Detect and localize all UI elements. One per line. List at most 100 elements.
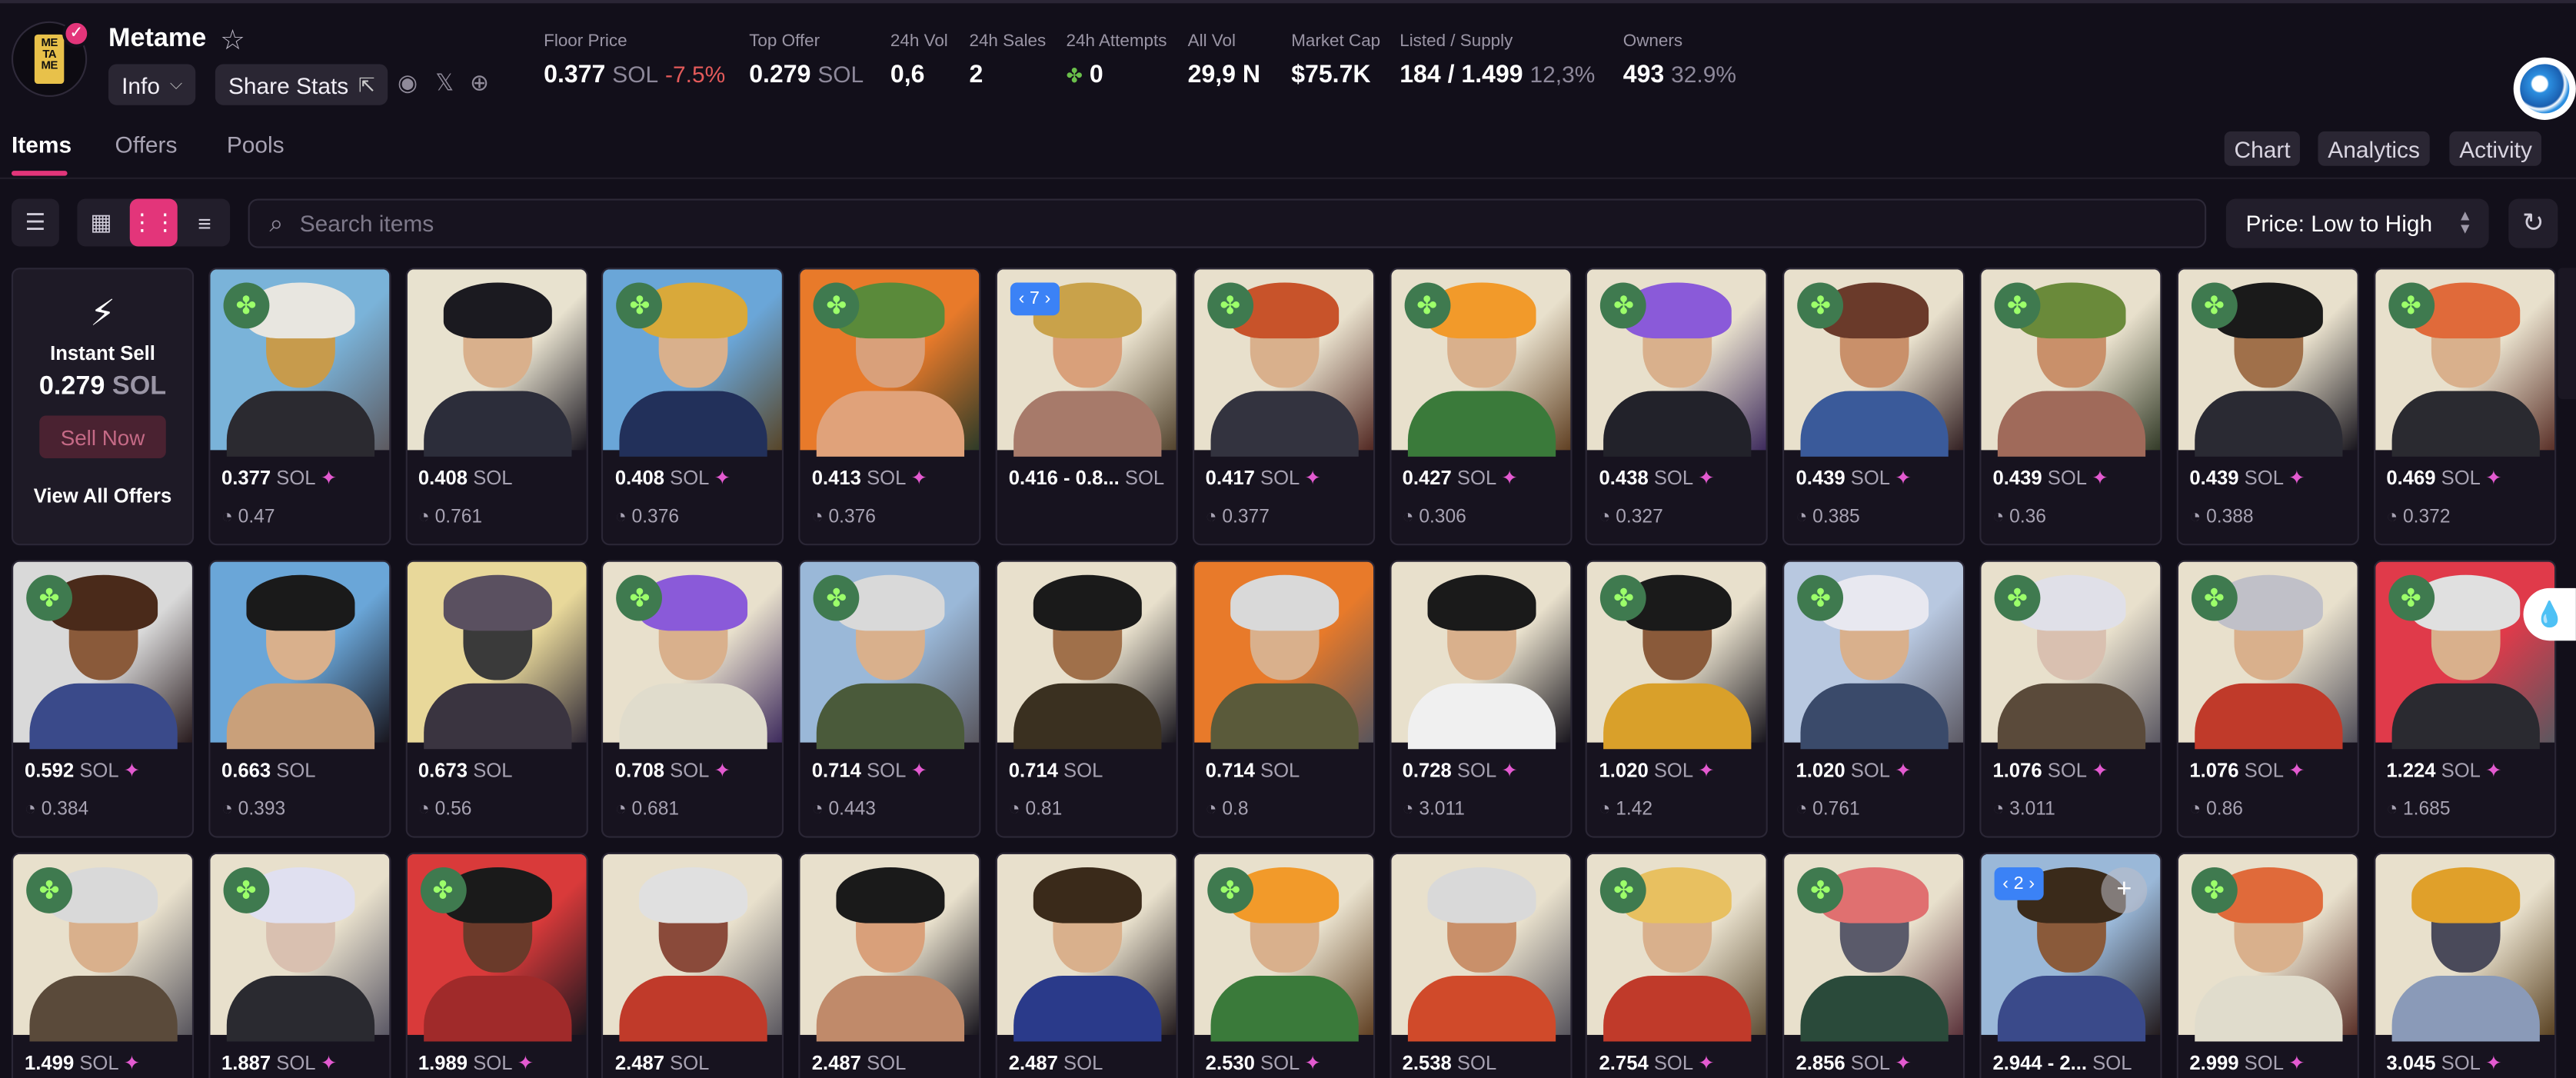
nft-card[interactable]: ✤ 0.413 SOL ✦ ◔ 0.376 bbox=[798, 268, 981, 546]
nft-figure-body bbox=[1603, 683, 1752, 750]
chart-button[interactable]: Chart bbox=[2224, 131, 2301, 166]
nft-figure-body bbox=[29, 976, 178, 1042]
nft-card[interactable]: ✤ 1.076 SOL ✦ ◔ 3.011 bbox=[1979, 560, 2162, 838]
sort-select[interactable]: Price: Low to High ▲ ▼ bbox=[2225, 198, 2489, 248]
nft-card[interactable]: 0.408 SOL ◔ 0.761 bbox=[404, 268, 587, 546]
add-to-cart-icon[interactable]: + bbox=[2101, 867, 2148, 913]
nft-price: 2.487 SOL bbox=[1009, 1051, 1103, 1074]
tab-items[interactable]: Items bbox=[12, 131, 72, 158]
discord-icon[interactable]: ◉ bbox=[398, 69, 418, 97]
nft-card[interactable]: ✤ 0.377 SOL ✦ ◔ 0.47 bbox=[208, 268, 391, 546]
price-unit: SOL bbox=[1254, 1051, 1305, 1075]
nft-card[interactable]: ✤ 0.439 SOL ✦ ◔ 0.388 bbox=[2176, 268, 2359, 546]
tab-pools[interactable]: Pools bbox=[227, 131, 285, 158]
stat-change: -7.5% bbox=[665, 61, 726, 88]
nft-figure-body bbox=[620, 683, 768, 750]
nft-figure-body bbox=[1800, 976, 1949, 1042]
view-all-offers-link[interactable]: View All Offers bbox=[13, 484, 192, 507]
price-value: 2.487 bbox=[811, 1051, 861, 1075]
nft-card[interactable]: ‹ 7 › 0.416 - 0.8... SOL bbox=[995, 268, 1178, 546]
nft-price: 0.439 SOL ✦ bbox=[2189, 467, 2305, 490]
side-panel-handle[interactable] bbox=[2558, 268, 2576, 400]
nft-card[interactable]: ✤ 0.408 SOL ✦ ◔ 0.376 bbox=[601, 268, 784, 546]
last-sale: ◔ 0.81 bbox=[1009, 800, 1063, 820]
nft-card[interactable]: ‹ 2 › +2.944 - 2... SOL bbox=[1979, 852, 2162, 1078]
nft-card[interactable]: ✤ 1.499 SOL ✦ bbox=[11, 852, 195, 1078]
price-unit: SOL bbox=[271, 759, 316, 782]
nft-card[interactable]: 0.714 SOL ◔ 0.8 bbox=[1192, 560, 1375, 838]
nft-card[interactable]: 0.714 SOL ◔ 0.81 bbox=[995, 560, 1178, 838]
price-value: 0.413 bbox=[811, 466, 861, 490]
nft-card[interactable]: 0.673 SOL ◔ 0.56 bbox=[404, 560, 587, 838]
nft-figure-body bbox=[1013, 683, 1162, 750]
sparkle-icon: ✦ bbox=[123, 759, 141, 782]
analytics-button[interactable]: Analytics bbox=[2318, 131, 2430, 166]
nft-figure-body bbox=[620, 391, 768, 457]
nft-figure-body bbox=[1013, 976, 1162, 1042]
share-stats-button[interactable]: Share Stats ⇱ bbox=[215, 64, 388, 105]
last-sale: ◔ 0.384 bbox=[25, 800, 88, 820]
list-view-icon[interactable]: ≡ bbox=[181, 199, 228, 247]
nft-card[interactable]: ✤ 1.020 SOL ✦ ◔ 1.42 bbox=[1586, 560, 1769, 838]
price-value: 0.714 bbox=[1008, 759, 1058, 782]
sell-now-button[interactable]: Sell Now bbox=[39, 415, 166, 459]
nft-card[interactable]: ✤ 0.592 SOL ✦ ◔ 0.384 bbox=[11, 560, 195, 838]
favorite-star-icon[interactable]: ☆ bbox=[220, 25, 245, 58]
filter-icon[interactable]: ☰ bbox=[11, 198, 59, 247]
bundle-count-badge[interactable]: ‹ 7 › bbox=[1010, 282, 1060, 316]
nft-card[interactable]: ✤ 0.417 SOL ✦ ◔ 0.377 bbox=[1192, 268, 1375, 546]
info-dropdown[interactable]: Info ⌵ bbox=[108, 64, 196, 105]
water-drop-icon[interactable]: 💧 bbox=[2523, 587, 2576, 641]
nft-card[interactable]: 0.663 SOL ◔ 0.393 bbox=[208, 560, 391, 838]
nft-card[interactable]: 2.487 SOL bbox=[798, 852, 981, 1078]
nft-card[interactable]: 3.045 SOL ✦ bbox=[2373, 852, 2556, 1078]
nft-card[interactable]: 2.487 SOL bbox=[601, 852, 784, 1078]
nft-card[interactable]: ✤ 2.999 SOL ✦ bbox=[2176, 852, 2359, 1078]
last-sale: ◔ 0.388 bbox=[2189, 507, 2253, 527]
history-icon: ◔ bbox=[1599, 800, 1616, 820]
nft-card[interactable]: ✤ 0.469 SOL ✦ ◔ 0.372 bbox=[2373, 268, 2556, 546]
bundle-count-badge[interactable]: ‹ 2 › bbox=[1994, 867, 2043, 900]
nft-card[interactable]: ✤ 1.887 SOL ✦ bbox=[208, 852, 391, 1078]
large-grid-icon[interactable]: ▦ bbox=[77, 199, 125, 247]
wallet-avatar[interactable] bbox=[2513, 57, 2576, 120]
nft-card[interactable]: ✤ 2.530 SOL ✦ bbox=[1192, 852, 1375, 1078]
nft-card[interactable]: 2.487 SOL bbox=[995, 852, 1178, 1078]
nft-card[interactable]: ✤ 0.714 SOL ✦ ◔ 0.443 bbox=[798, 560, 981, 838]
price-unit: SOL bbox=[1648, 1051, 1699, 1075]
clover-badge-icon: ✤ bbox=[2191, 282, 2238, 329]
nft-card[interactable]: ✤ 0.438 SOL ✦ ◔ 0.327 bbox=[1586, 268, 1769, 546]
nft-card[interactable]: ✤ 0.439 SOL ✦ ◔ 0.385 bbox=[1782, 268, 1965, 546]
nft-card[interactable]: ✤ 2.754 SOL ✦ bbox=[1586, 852, 1769, 1078]
nft-price: 1.020 SOL ✦ bbox=[1796, 759, 1911, 782]
last-sale: ◔ 0.8 bbox=[1206, 800, 1249, 820]
nft-card[interactable]: ✤ 0.439 SOL ✦ ◔ 0.36 bbox=[1979, 268, 2162, 546]
search-input[interactable] bbox=[299, 210, 1943, 237]
activity-button[interactable]: Activity bbox=[2449, 131, 2542, 166]
history-icon: ◔ bbox=[1599, 507, 1616, 527]
price-unit: SOL bbox=[468, 466, 513, 490]
small-grid-icon[interactable]: ⋮⋮ bbox=[129, 198, 178, 247]
last-sale-value: 0.393 bbox=[238, 800, 286, 820]
history-icon: ◔ bbox=[1008, 800, 1026, 820]
nft-figure-body bbox=[1997, 976, 2146, 1042]
nft-card[interactable]: ✤ 1.989 SOL ✦ bbox=[404, 852, 587, 1078]
nft-card[interactable]: ✤ 0.427 SOL ✦ ◔ 0.306 bbox=[1389, 268, 1572, 546]
nft-card[interactable]: ✤ 1.076 SOL ✦ ◔ 0.86 bbox=[2176, 560, 2359, 838]
nft-card[interactable]: 2.538 SOL bbox=[1389, 852, 1572, 1078]
sparkle-icon: ✦ bbox=[2092, 759, 2108, 782]
price-unit: SOL bbox=[271, 1051, 321, 1075]
nft-card[interactable]: ✤ 0.708 SOL ✦ ◔ 0.681 bbox=[601, 560, 784, 838]
price-value: 0.714 bbox=[811, 759, 861, 782]
last-sale-value: 3.011 bbox=[2009, 800, 2055, 820]
nft-card[interactable]: ✤ 2.856 SOL ✦ bbox=[1782, 852, 1965, 1078]
stat-value: 0,6 bbox=[890, 61, 925, 89]
tab-offers[interactable]: Offers bbox=[115, 131, 178, 158]
website-globe-icon[interactable]: ⊕ bbox=[470, 69, 489, 97]
nft-card[interactable]: ✤ 1.020 SOL ✦ ◔ 0.761 bbox=[1782, 560, 1965, 838]
sparkle-icon: ✦ bbox=[1895, 466, 1912, 490]
nft-card[interactable]: 0.728 SOL ✦ ◔ 3.011 bbox=[1389, 560, 1572, 838]
nft-price: 2.538 SOL bbox=[1403, 1051, 1497, 1074]
x-twitter-icon[interactable]: 𝕏 bbox=[435, 69, 454, 97]
refresh-icon[interactable]: ↻ bbox=[2508, 198, 2558, 248]
